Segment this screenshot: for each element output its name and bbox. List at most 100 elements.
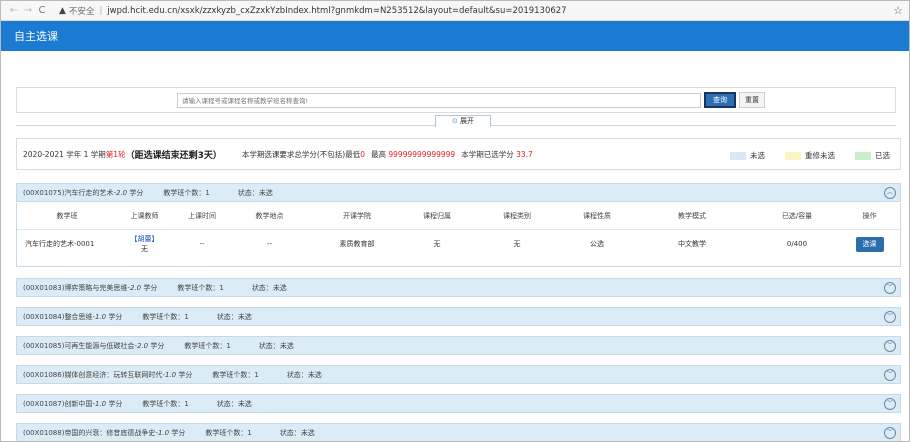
app-header: 自主选课 bbox=[1, 21, 909, 51]
expand-icon: ⊙ bbox=[451, 117, 458, 125]
credit-min: 0 bbox=[360, 149, 365, 159]
course-credit: 1.0 bbox=[94, 399, 107, 408]
forward-icon[interactable]: → bbox=[21, 5, 35, 16]
bookmark-star-icon[interactable]: ☆ bbox=[893, 4, 903, 17]
legend-swatch-selected bbox=[855, 151, 871, 160]
course-status-label: 状态： bbox=[216, 312, 238, 321]
course-class-count-label: 教学班个数： bbox=[184, 341, 227, 350]
course-status-label: 状态： bbox=[279, 428, 301, 437]
term-countdown: （距选课结束还剩3天） bbox=[125, 150, 222, 161]
course-credit-unit: 学分 bbox=[178, 370, 193, 379]
course-class-count: 1 bbox=[247, 428, 252, 437]
reset-button[interactable]: 重置 bbox=[739, 92, 765, 108]
legend-label-unselected: 未选 bbox=[750, 151, 765, 160]
course-class-count-label: 教学班个数： bbox=[163, 188, 206, 197]
course-status: 未选 bbox=[258, 188, 273, 197]
reload-icon[interactable]: C bbox=[35, 5, 49, 16]
col-header: 教学地点 bbox=[232, 203, 307, 230]
course-status-label: 状态： bbox=[216, 399, 238, 408]
term-year: 2020-2021 学年 1 学期 bbox=[23, 149, 106, 159]
legend-swatch-retake bbox=[785, 151, 801, 160]
col-header: 上课教师 bbox=[117, 203, 172, 230]
cell-class-name: 汽车行走的艺术-0001 bbox=[25, 240, 95, 249]
course-code: (00X01085) bbox=[23, 341, 65, 350]
chevron-down-icon[interactable]: ﹀ bbox=[884, 398, 896, 410]
chevron-down-icon[interactable]: ﹀ bbox=[884, 311, 896, 323]
course-code: (00X01075) bbox=[23, 188, 65, 197]
course-credit: 2.0 bbox=[115, 188, 128, 197]
address-bar[interactable]: jwpd.hcit.edu.cn/xsxk/zzxkyzb_cxZzxkYzbI… bbox=[107, 6, 566, 16]
table-header-row: 教学班 上课教师 上课时间 教学地点 开课学院 课程归属 课程类别 课程性质 教… bbox=[17, 203, 902, 230]
col-header: 操作 bbox=[837, 203, 902, 230]
course-panel-header[interactable]: (00X01087) 创新中国 - 1.0 学分 教学班个数： 1 状态： 未选 ﹀ bbox=[16, 394, 901, 413]
search-input[interactable] bbox=[177, 93, 701, 108]
course-class-count: 1 bbox=[254, 370, 259, 379]
course-status: 未选 bbox=[237, 312, 252, 321]
chevron-up-icon[interactable]: ︿ bbox=[884, 187, 896, 199]
course-panel-header[interactable]: (00X01084) 整合思维 - 1.0 学分 教学班个数： 1 状态： 未选 ﹀ bbox=[16, 307, 901, 326]
status-legend: 未选 重修未选 已选 bbox=[710, 150, 890, 161]
course-credit-unit: 学分 bbox=[108, 312, 123, 321]
course-name: 博弈策略与完美思维 bbox=[64, 283, 128, 292]
course-class-count-label: 教学班个数： bbox=[142, 399, 185, 408]
screen: ← → C ▲ 不安全 | jwpd.hcit.edu.cn/xsxk/zzxk… bbox=[0, 0, 910, 442]
course-panel-header[interactable]: (00X01088) 帝国的兴衰：修昔底德战争史 - 1.0 学分 教学班个数： 1… bbox=[16, 423, 901, 441]
teacher-link[interactable]: 【胡蕾】 bbox=[131, 235, 159, 243]
course-status: 未选 bbox=[237, 399, 252, 408]
course-class-count-label: 教学班个数： bbox=[205, 428, 248, 437]
course-panel-header[interactable]: (00X01086) 媒体创意经济：玩转互联网时代 - 1.0 学分 教学班个数：… bbox=[16, 365, 901, 384]
cell-college: 素质教育部 bbox=[339, 240, 375, 249]
course-code: (00X01088) bbox=[23, 428, 65, 437]
col-header: 教学班 bbox=[17, 203, 117, 230]
cell-nature: 公选 bbox=[590, 240, 604, 249]
legend-label-retake: 重修未选 bbox=[805, 151, 835, 160]
expand-label: 展开 bbox=[460, 117, 475, 125]
cell-action: 选课 bbox=[837, 229, 902, 259]
course-status: 未选 bbox=[272, 283, 287, 292]
col-header: 开课学院 bbox=[307, 203, 407, 230]
url-separator: | bbox=[99, 5, 103, 16]
course-name: 帝国的兴衰：修昔底德战争史 bbox=[64, 428, 156, 437]
teacher-title: 无 bbox=[141, 245, 148, 254]
course-code: (00X01084) bbox=[23, 312, 65, 321]
cell-time: -- bbox=[199, 240, 205, 249]
course-panel-header[interactable]: (00X01083) 博弈策略与完美思维 - 2.0 学分 教学班个数： 1 状态：… bbox=[16, 278, 901, 297]
query-button[interactable]: 查询 bbox=[704, 92, 736, 108]
course-name: 创新中国 bbox=[64, 399, 93, 408]
course-credit-unit: 学分 bbox=[171, 428, 186, 437]
course-credit-unit: 学分 bbox=[108, 399, 123, 408]
course-credit: 1.0 bbox=[164, 370, 177, 379]
course-credit: 2.0 bbox=[129, 283, 142, 292]
course-panel-header[interactable]: (00X01075) 汽车行走的艺术 - 2.0 学分 教学班个数： 1 状态： 未选… bbox=[16, 183, 901, 202]
credit-requirement: 本学期选课要求总学分(不包括)最低 bbox=[241, 149, 361, 159]
course-name: 汽车行走的艺术 bbox=[64, 188, 114, 197]
course-status-label: 状态： bbox=[258, 341, 280, 350]
course-status-label: 状态： bbox=[237, 188, 259, 197]
course-class-count-label: 教学班个数： bbox=[177, 283, 220, 292]
credit-max: 99999999999999 bbox=[388, 149, 456, 159]
chevron-down-icon[interactable]: ﹀ bbox=[884, 369, 896, 381]
chevron-down-icon[interactable]: ﹀ bbox=[884, 340, 896, 352]
expand-toggle[interactable]: ⊙ 展开 bbox=[435, 115, 491, 127]
term-round: 第1轮 bbox=[105, 149, 126, 159]
chevron-down-icon[interactable]: ﹀ bbox=[884, 282, 896, 294]
selected-credit-label: 本学期已选学分 bbox=[461, 149, 514, 159]
insecure-label[interactable]: 不安全 bbox=[69, 5, 95, 17]
course-name: 媒体创意经济：玩转互联网时代 bbox=[64, 370, 163, 379]
col-header: 课程归属 bbox=[407, 203, 467, 230]
chevron-down-icon[interactable]: ﹀ bbox=[884, 427, 896, 439]
course-credit-unit: 学分 bbox=[150, 341, 165, 350]
browser-toolbar: ← → C ▲ 不安全 | jwpd.hcit.edu.cn/xsxk/zzxk… bbox=[1, 1, 909, 21]
back-icon[interactable]: ← bbox=[7, 5, 21, 16]
course-credit-unit: 学分 bbox=[129, 188, 144, 197]
select-course-button[interactable]: 选课 bbox=[855, 236, 884, 252]
table-row: 汽车行走的艺术-0001 【胡蕾】无 -- -- 素质教育部 无 无 公选 中文… bbox=[17, 229, 902, 259]
warning-icon[interactable]: ▲ bbox=[59, 6, 66, 16]
course-panel-header[interactable]: (00X01085) 可再生能源与低碳社会 - 2.0 学分 教学班个数： 1 状态… bbox=[16, 336, 901, 355]
cell-place: -- bbox=[266, 240, 273, 249]
cell-ownership: 无 bbox=[433, 240, 441, 249]
credit-max-label: 最高 bbox=[371, 149, 386, 159]
legend-label-selected: 已选 bbox=[875, 151, 890, 160]
term-info-bar: 2020-2021 学年 1 学期 第1轮 （距选课结束还剩3天） 本学期选课要求总… bbox=[16, 138, 901, 170]
course-credit: 1.0 bbox=[94, 312, 107, 321]
